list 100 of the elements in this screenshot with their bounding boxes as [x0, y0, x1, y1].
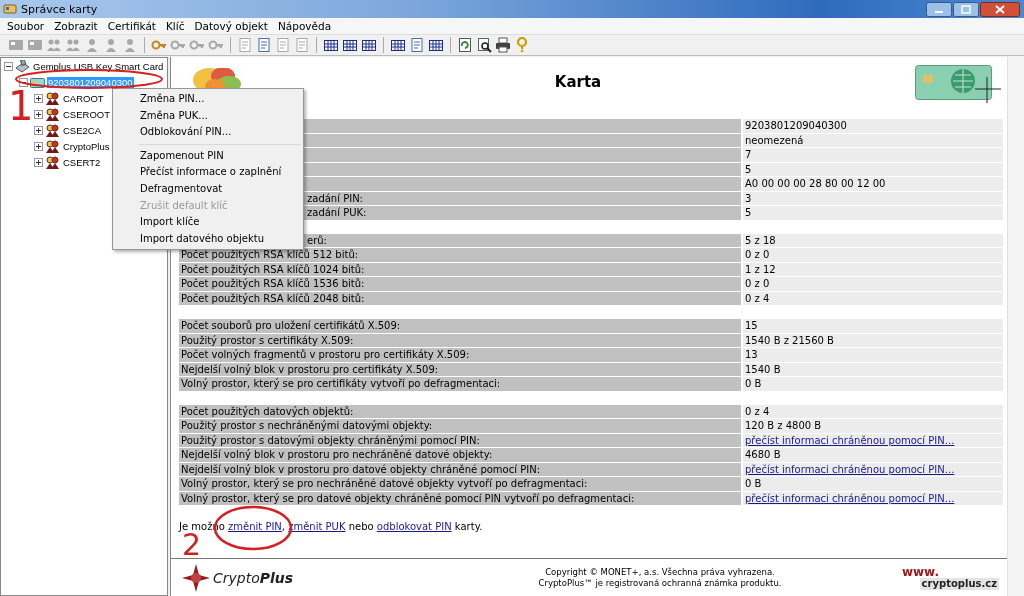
tree-item[interactable]: CAROOT	[62, 92, 105, 104]
step-number: 2	[182, 530, 202, 560]
menu-item[interactable]: Soubor	[2, 20, 50, 32]
tree-item[interactable]: CSEROOT	[62, 108, 111, 120]
context-menu-item[interactable]: Odblokování PIN...	[113, 124, 303, 141]
certificate-icon	[45, 155, 60, 169]
document-icon[interactable]	[256, 37, 272, 53]
certificate-icon	[45, 107, 60, 121]
context-menu-item[interactable]: Zapomenout PIN	[113, 147, 303, 165]
scrollbar[interactable]	[1007, 57, 1024, 596]
card-icon	[30, 75, 45, 89]
page-title: Karta	[553, 73, 603, 91]
step-number: 1	[8, 86, 34, 126]
context-menu-item[interactable]: Změna PUK...	[113, 107, 303, 125]
row-label: Počet použitých RSA klíčů 1536 bitů:	[181, 278, 365, 289]
card-icon	[3, 2, 17, 16]
maximize-button[interactable]	[953, 1, 979, 17]
expand-toggle[interactable]	[34, 125, 43, 135]
read-protected-link[interactable]: přečíst informaci chráněnou pomocí PIN...	[745, 463, 955, 475]
minimize-button[interactable]	[926, 1, 952, 17]
certificate-icon	[45, 139, 60, 153]
row-label: Nejdelší volný blok v prostoru pro certifikáty X.509:	[181, 363, 439, 375]
web-prefix: www.	[901, 565, 939, 578]
row-value: 4680 B	[745, 449, 781, 460]
row-label: erů:	[307, 234, 327, 246]
row-value: 0 z 4	[745, 292, 770, 304]
menu-item[interactable]: Datový objekt	[189, 20, 273, 32]
menu-item[interactable]: Klíč	[160, 20, 190, 32]
action-link[interactable]: změnit PIN	[228, 521, 282, 532]
row-label: Použitý prostor s datovými objekty chráněnými pomocí PIN:	[181, 434, 480, 446]
refresh-icon[interactable]	[457, 37, 473, 53]
row-label: Počet použitých datových objektů:	[181, 405, 354, 417]
brand-name: CryptoPlus	[213, 569, 294, 586]
row-value: 1 z 12	[745, 263, 776, 275]
row-label: Použitý prostor s certifikáty X.509:	[181, 334, 354, 346]
read-protected-link[interactable]: přečíst informaci chráněnou pomocí PIN...	[745, 492, 955, 504]
expand-toggle[interactable]	[34, 93, 43, 103]
row-label: Volný prostor, který se pro datové objekty chráněné pomocí PIN vytvoří po defragmentaci:	[181, 492, 635, 504]
context-menu-item[interactable]: Defragmentovat	[113, 180, 303, 198]
grid-icon[interactable]	[428, 37, 444, 53]
collapse-toggle[interactable]	[19, 77, 28, 87]
row-value: 0 z 0	[745, 249, 770, 260]
search-icon[interactable]	[476, 37, 492, 53]
grid-icon[interactable]	[342, 37, 358, 53]
row-value: 9203801209040300	[745, 120, 847, 131]
copyright-text: CryptoPlus™ je registrovaná ochranná známka produktu.	[538, 577, 782, 589]
tree-item[interactable]: CryptoPlus	[62, 140, 111, 152]
row-value: 1540 B	[745, 363, 781, 375]
row-label: Počet použitých RSA klíčů 1024 bitů:	[181, 263, 365, 275]
row-value: 0 z 4	[745, 405, 770, 417]
window-title: Správce karty	[21, 2, 98, 16]
row-label: Použitý prostor s nechráněnými datovými objekty:	[181, 420, 433, 431]
close-button[interactable]	[980, 1, 1020, 17]
print-icon[interactable]	[495, 37, 511, 53]
row-value: 5	[745, 163, 752, 175]
document-icon[interactable]	[409, 37, 425, 53]
collapse-toggle[interactable]	[4, 61, 13, 71]
grid-icon[interactable]	[361, 37, 377, 53]
row-value: 5	[745, 207, 752, 218]
row-label: Nejdelší volný blok v prostoru pro nechráněné datové objekty:	[181, 449, 493, 460]
expand-toggle[interactable]	[34, 157, 43, 167]
row-value: 0 z 0	[745, 278, 770, 289]
certificate-icon	[45, 123, 60, 137]
context-menu-item[interactable]: Změna PIN...	[113, 91, 303, 108]
row-label: Počet použitých RSA klíčů 2048 bitů:	[181, 292, 365, 304]
row-value: 3	[745, 192, 752, 204]
tree-item[interactable]: CSE2CA	[62, 124, 102, 136]
row-label: Počet použitých RSA klíčů 512 bitů:	[181, 249, 359, 260]
row-value: neomezená	[745, 134, 804, 146]
context-menu-item[interactable]: Import klíče	[113, 214, 303, 231]
expand-toggle[interactable]	[34, 109, 43, 119]
row-label: zadání PUK:	[307, 207, 367, 218]
row-label: Počet souborů pro uložení certifikátů X.509:	[181, 320, 401, 331]
read-protected-link[interactable]: přečíst informaci chráněnou pomocí PIN...	[745, 434, 955, 446]
row-value: 0 B	[745, 478, 762, 489]
certificate-icon	[45, 91, 60, 105]
row-value: 7	[745, 149, 752, 160]
grid-icon[interactable]	[323, 37, 339, 53]
context-menu-item[interactable]: Import datového objektu	[113, 230, 303, 248]
row-value: 1540 B z 21560 B	[745, 334, 834, 346]
row-value: 15	[745, 320, 758, 331]
row-label: Volný prostor, který se pro nechráněné datové objekty vytvoří po defragmentaci:	[181, 478, 588, 489]
menu-item[interactable]: Certifikát	[102, 20, 161, 32]
row-label: Počet volných fragmentů v prostoru pro certifikáty X.509:	[181, 349, 470, 360]
card-reader-icon	[15, 59, 30, 73]
row-value: 13	[745, 349, 758, 360]
row-value: 120 B z 4800 B	[745, 420, 822, 431]
copyright-text: Copyright © MONET+, a.s. Všechna práva vyhrazena.	[545, 566, 775, 578]
row-value: 0 B	[745, 378, 762, 389]
menu-item[interactable]: Nápověda	[272, 20, 337, 32]
row-label: Nejdelší volný blok v prostoru pro datové objekty chráněné pomocí PIN:	[181, 463, 540, 475]
context-menu-item[interactable]: Přečíst informace o zaplnění	[113, 164, 303, 181]
action-link[interactable]: odblokovat PIN	[376, 521, 452, 532]
row-value: A0 00 00 00 28 80 00 12 00	[745, 178, 886, 189]
row-label: zadání PIN:	[307, 192, 363, 204]
tree-item[interactable]: CSERT2	[62, 156, 102, 168]
row-value: 5 z 18	[745, 234, 776, 246]
menu-item[interactable]: Zobrazit	[49, 20, 103, 32]
grid-icon[interactable]	[390, 37, 406, 53]
expand-toggle[interactable]	[34, 141, 43, 151]
